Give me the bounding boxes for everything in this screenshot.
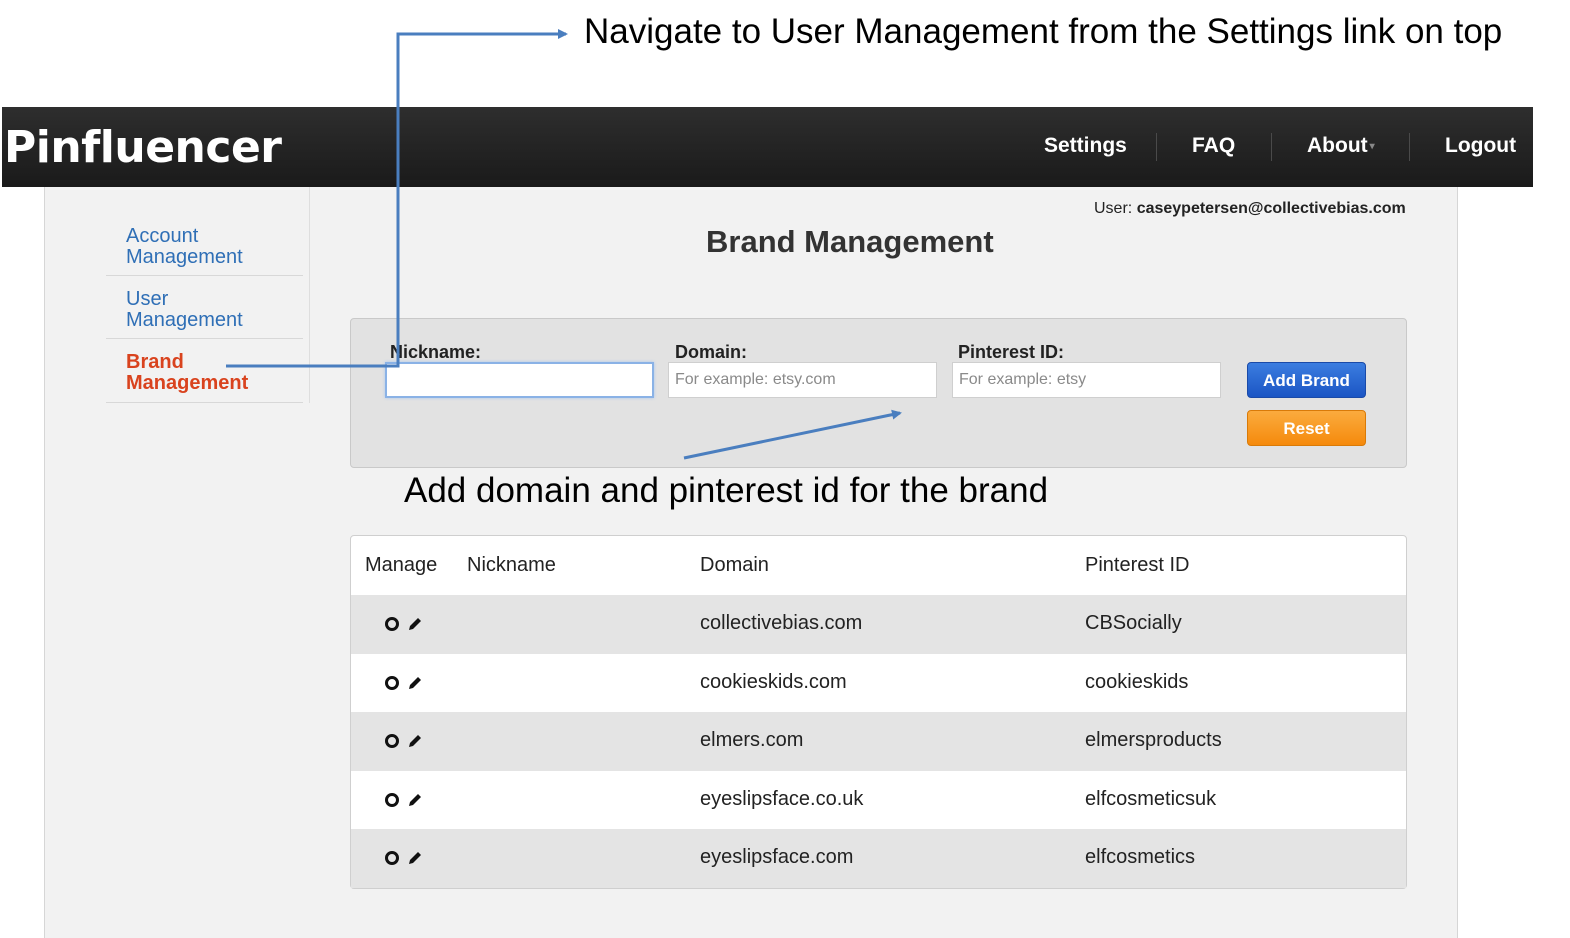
sidebar-item-label: User [126, 288, 169, 310]
user-email: caseypetersen@collectivebias.com [1136, 200, 1406, 217]
nav-divider [1271, 133, 1272, 161]
nav-divider [1156, 133, 1157, 161]
pinterest-id-input[interactable] [952, 362, 1221, 398]
remove-circle-icon[interactable] [383, 674, 401, 692]
nav-faq-link[interactable]: FAQ [1192, 134, 1235, 158]
remove-circle-icon[interactable] [383, 615, 401, 633]
sidebar-item-label: Management [126, 372, 249, 394]
table-row: collectivebias.com CBSocially [351, 595, 1406, 654]
sidebar-divider [309, 187, 310, 403]
page-title: Brand Management [706, 224, 994, 259]
brand-logo[interactable]: Pinfluencer [4, 122, 282, 173]
nav-divider [1409, 133, 1410, 161]
nav-logout-link[interactable]: Logout [1445, 134, 1516, 158]
pinterest-id-cell: cookieskids [1085, 671, 1189, 693]
table-row: elmers.com elmersproducts [351, 712, 1406, 771]
domain-cell: elmers.com [700, 729, 804, 751]
column-header-manage: Manage [365, 554, 438, 576]
remove-circle-icon[interactable] [383, 849, 401, 867]
edit-pencil-icon[interactable] [406, 791, 424, 809]
column-header-nickname: Nickname [467, 554, 556, 576]
nav-about-label: About [1307, 134, 1368, 157]
column-header-domain: Domain [700, 554, 769, 576]
pinterest-id-label: Pinterest ID: [958, 342, 1065, 362]
nav-settings-link[interactable]: Settings [1044, 134, 1127, 158]
sidebar-item-brand-management[interactable]: Brand Management [106, 341, 303, 403]
sidebar-item-user-management[interactable]: User Management [106, 277, 303, 339]
annotation-top-note: Navigate to User Management from the Set… [584, 12, 1503, 51]
domain-cell: collectivebias.com [700, 612, 863, 634]
domain-cell: eyeslipsface.com [700, 846, 854, 868]
pinterest-id-cell: elfcosmeticsuk [1085, 788, 1217, 810]
sidebar-item-account-management[interactable]: Account Management [106, 214, 303, 276]
sidebar-item-label: Management [126, 309, 243, 331]
sidebar-item-label: Management [126, 246, 243, 268]
edit-pencil-icon[interactable] [406, 674, 424, 692]
table-row: eyeslipsface.co.uk elfcosmeticsuk [351, 771, 1406, 830]
reset-button[interactable]: Reset [1247, 410, 1366, 446]
edit-pencil-icon[interactable] [406, 732, 424, 750]
pinterest-id-cell: elmersproducts [1085, 729, 1222, 751]
sidebar-item-label: Brand [126, 351, 184, 373]
domain-input[interactable] [668, 362, 937, 398]
current-user: User: caseypetersen@collectivebias.com [1094, 200, 1406, 218]
add-brand-button[interactable]: Add Brand [1247, 362, 1366, 398]
edit-pencil-icon[interactable] [406, 615, 424, 633]
table-row: eyeslipsface.com elfcosmetics [351, 829, 1406, 888]
nickname-label: Nickname: [390, 342, 482, 362]
domain-label: Domain: [675, 342, 747, 362]
user-prefix: User: [1094, 200, 1133, 217]
caret-down-icon: ▾ [1369, 140, 1375, 152]
nickname-input[interactable] [385, 362, 654, 398]
pinterest-id-cell: CBSocially [1085, 612, 1182, 634]
annotation-mid-note: Add domain and pinterest id for the bran… [404, 471, 1049, 510]
pinterest-id-cell: elfcosmetics [1085, 846, 1196, 868]
remove-circle-icon[interactable] [383, 732, 401, 750]
table-row: cookieskids.com cookieskids [351, 654, 1406, 713]
domain-cell: eyeslipsface.co.uk [700, 788, 864, 810]
edit-pencil-icon[interactable] [406, 849, 424, 867]
remove-circle-icon[interactable] [383, 791, 401, 809]
column-header-pinterest-id: Pinterest ID [1085, 554, 1190, 576]
nav-about-dropdown[interactable]: About ▾ [1307, 134, 1375, 158]
domain-cell: cookieskids.com [700, 671, 847, 693]
sidebar-item-label: Account [126, 225, 199, 247]
